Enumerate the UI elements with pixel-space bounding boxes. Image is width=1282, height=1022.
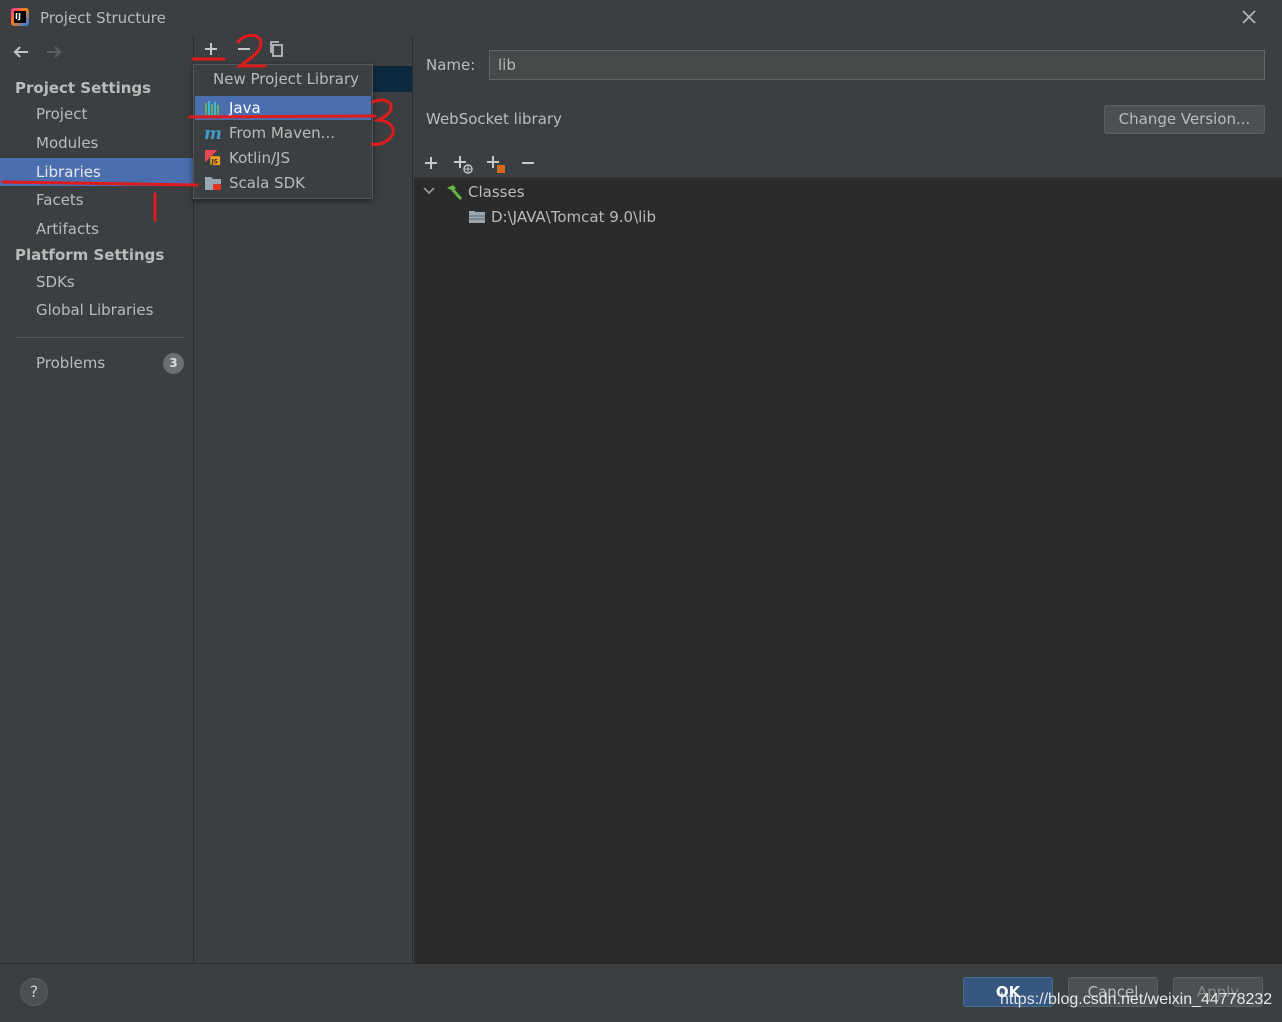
kotlin-js-icon: JS [205, 150, 221, 165]
copy-library-icon[interactable] [268, 40, 286, 61]
folder-jar-icon [468, 209, 486, 229]
popup-item-java[interactable]: Java [195, 96, 371, 120]
sidebar-item-project[interactable]: Project [0, 100, 193, 128]
sidebar-item-global-libraries[interactable]: Global Libraries [0, 296, 193, 324]
popup-title: New Project Library [213, 70, 360, 88]
back-arrow-icon[interactable] [11, 42, 31, 66]
help-button[interactable]: ? [20, 978, 48, 1006]
problems-count-badge: 3 [163, 353, 184, 374]
popup-item-kotlin-js[interactable]: JS Kotlin/JS [195, 146, 371, 170]
title-bar [0, 0, 1282, 36]
popup-item-java-label: Java [229, 99, 261, 117]
new-project-library-popup: New Project Library Java m From Maven...… [193, 64, 373, 199]
sidebar-item-facets[interactable]: Facets [0, 186, 193, 214]
sidebar-divider [15, 337, 185, 338]
popup-item-scala-sdk[interactable]: Scala SDK [195, 171, 371, 195]
library-roots-tree [414, 177, 1282, 963]
popup-item-from-maven-label: From Maven... [229, 124, 335, 142]
classes-hammer-icon [445, 183, 463, 205]
intellij-app-icon: IJ [11, 8, 29, 26]
name-label: Name: [426, 56, 476, 74]
sidebar-item-sdks[interactable]: SDKs [0, 268, 193, 296]
tree-node-classes-path[interactable]: D:\JAVA\Tomcat 9.0\lib [491, 208, 656, 226]
maven-icon: m [204, 125, 222, 141]
library-name-input[interactable] [489, 50, 1265, 80]
project-settings-heading: Project Settings [15, 79, 152, 97]
add-jar-icon[interactable] [485, 154, 507, 177]
sidebar-item-artifacts[interactable]: Artifacts [0, 215, 193, 243]
window-title: Project Structure [40, 9, 166, 27]
library-type-label: WebSocket library [426, 110, 562, 128]
add-root-icon[interactable] [422, 154, 440, 175]
tree-node-classes[interactable]: Classes [468, 183, 525, 201]
remove-root-icon[interactable] [519, 154, 537, 175]
sidebar-item-modules[interactable]: Modules [0, 129, 193, 157]
close-icon [1242, 10, 1256, 24]
sidebar-item-libraries[interactable]: Libraries [0, 158, 193, 186]
java-library-icon [205, 101, 219, 115]
remove-library-icon[interactable] [235, 40, 253, 61]
chevron-down-icon[interactable] [422, 183, 436, 203]
scala-sdk-icon [205, 177, 221, 190]
add-url-icon[interactable] [452, 154, 474, 177]
popup-item-kotlin-js-label: Kotlin/JS [229, 149, 290, 167]
forward-arrow-icon [44, 42, 64, 66]
popup-item-from-maven[interactable]: m From Maven... [195, 121, 371, 145]
platform-settings-heading: Platform Settings [15, 246, 165, 264]
close-button[interactable] [1238, 6, 1260, 28]
popup-item-scala-sdk-label: Scala SDK [229, 174, 305, 192]
add-library-icon[interactable] [202, 40, 220, 61]
change-version-button[interactable]: Change Version... [1104, 105, 1265, 134]
svg-text:JS: JS [211, 159, 218, 165]
svg-text:m: m [204, 125, 222, 141]
watermark-text: https://blog.csdn.net/weixin_44778232 [1000, 991, 1273, 1008]
